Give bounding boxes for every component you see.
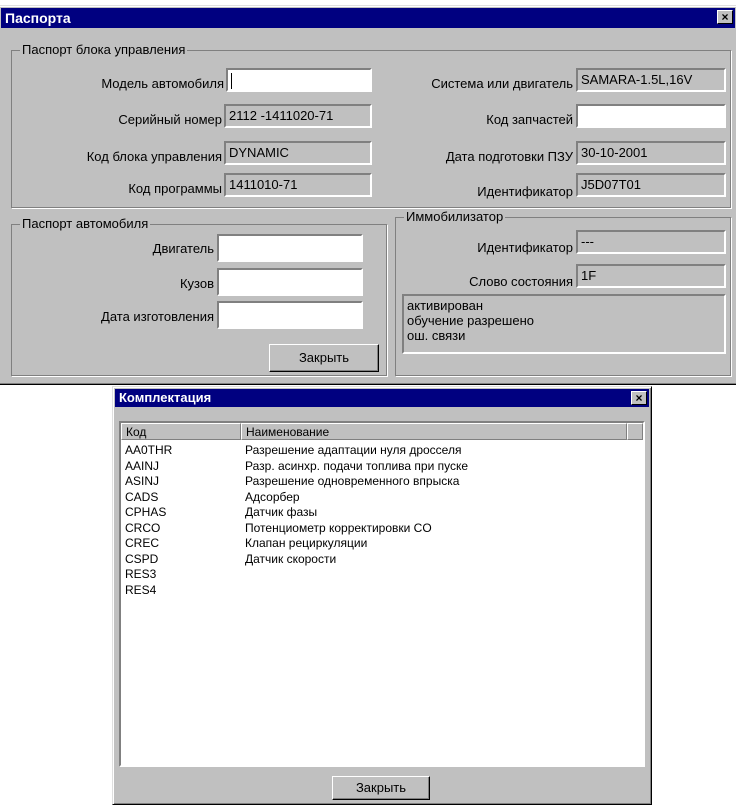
engine-system-label: Система или двигатель [431, 76, 573, 91]
item-name: Разрешение одновременного впрыска [245, 474, 460, 488]
list-item[interactable]: RES4 [125, 583, 639, 599]
equipment-close-icon[interactable]: × [631, 391, 647, 405]
item-name: Датчик фазы [245, 505, 318, 519]
program-field: 1411010-71 [224, 173, 372, 197]
list-rows: AA0THR Разрешение адаптации нуля дросселя… [125, 443, 639, 598]
equipment-close-button[interactable]: Закрыть [332, 776, 430, 800]
body-input[interactable] [217, 268, 363, 296]
immo-status-line: ош. связи [407, 328, 466, 343]
status-word-label: Слово состояния [469, 274, 573, 289]
item-name: Клапан рециркуляции [245, 536, 368, 550]
item-code: ASINJ [125, 474, 160, 488]
list-item[interactable]: AA0THR Разрешение адаптации нуля дросселя [125, 443, 639, 459]
immo-status-text: активирован обучение разрешено ош. связи [402, 294, 726, 354]
passport-title: Паспорта [5, 10, 71, 26]
item-code: CREC [125, 536, 160, 550]
rom-date-label: Дата подготовки ПЗУ [445, 149, 573, 164]
immo-identifier-label: Идентификатор [477, 240, 573, 255]
passport-close-icon[interactable]: × [717, 10, 733, 24]
equipment-list[interactable]: Код Наименование AA0THR Разрешение адапта… [119, 421, 645, 767]
list-item[interactable]: ASINJ Разрешение одновременного впрыска [125, 474, 639, 490]
program-label: Код программы [128, 181, 222, 196]
mfg-date-input[interactable] [217, 301, 363, 329]
item-name: Потенциометр корректировки CO [245, 520, 432, 535]
list-item[interactable]: AAINJ Разр. асинхр. подачи топлива при пу… [125, 459, 639, 475]
immobilizer-group-title: Иммобилизатор [404, 209, 506, 225]
car-passport-group-title: Паспорт автомобиля [20, 216, 151, 232]
engine-label: Двигатель [152, 241, 214, 256]
list-item[interactable]: RES3 [125, 567, 639, 583]
passport-window: Паспорта × Паспорт блока управления Моде… [0, 5, 736, 385]
rom-date-field: 30-10-2001 [576, 141, 726, 165]
ecu-code-label: Код блока управления [86, 149, 222, 164]
serial-label: Серийный номер [118, 112, 222, 127]
item-code: CSPD [125, 551, 159, 566]
body-label: Кузов [179, 276, 214, 291]
column-header-code[interactable]: Код [121, 423, 241, 440]
text-cursor [231, 72, 232, 89]
identifier-field: J5D07T01 [576, 173, 726, 197]
list-item[interactable]: CPHAS Датчик фазы [125, 505, 639, 521]
column-header-name[interactable]: Наименование [241, 423, 627, 440]
item-name: Разрешение адаптации нуля дросселя [245, 443, 462, 457]
status-word-field: 1F [576, 264, 726, 288]
parts-code-label: Код запчастей [486, 112, 573, 127]
item-name: Датчик скорости [245, 551, 337, 566]
immo-status-line: обучение разрешено [407, 313, 534, 328]
model-input[interactable] [226, 68, 372, 92]
mfg-date-label: Дата изготовления [101, 309, 214, 324]
column-header-filler [627, 423, 643, 440]
equipment-title-bar[interactable]: Комплектация × [115, 389, 649, 407]
list-item[interactable]: CRCO Потенциометр корректировки CO [125, 521, 639, 537]
ecu-passport-group-title: Паспорт блока управления [20, 42, 188, 58]
list-item[interactable]: CSPD Датчик скорости [125, 552, 639, 568]
item-code: AAINJ [125, 458, 160, 473]
engine-system-field: SAMARA-1.5L,16V [576, 68, 726, 92]
serial-field: 2112 -1411020-71 [224, 104, 372, 128]
item-name: Адсорбер [245, 489, 300, 504]
parts-code-input[interactable] [576, 104, 726, 128]
list-item[interactable]: CADS Адсорбер [125, 490, 639, 506]
immo-status-line: активирован [407, 298, 484, 313]
ecu-code-field: DYNAMIC [224, 141, 372, 165]
item-code: RES3 [125, 567, 157, 581]
item-name: Разр. асинхр. подачи топлива при пуске [245, 458, 469, 473]
item-code: AA0THR [125, 443, 173, 457]
item-code: RES4 [125, 582, 157, 597]
equipment-window: Комплектация × Код Наименование AA0THR Ра… [112, 386, 652, 805]
item-code: CRCO [125, 520, 161, 535]
model-label: Модель автомобиля [101, 76, 224, 91]
equipment-title: Комплектация [119, 390, 212, 405]
passport-close-button[interactable]: Закрыть [269, 344, 379, 372]
passport-title-bar[interactable]: Паспорта × [1, 8, 735, 28]
item-code: CADS [125, 489, 159, 504]
engine-input[interactable] [217, 234, 363, 262]
list-header: Код Наименование [121, 423, 643, 440]
immo-identifier-field: --- [576, 230, 726, 254]
identifier-label: Идентификатор [477, 184, 573, 199]
list-item[interactable]: CREC Клапан рециркуляции [125, 536, 639, 552]
item-code: CPHAS [125, 505, 167, 519]
